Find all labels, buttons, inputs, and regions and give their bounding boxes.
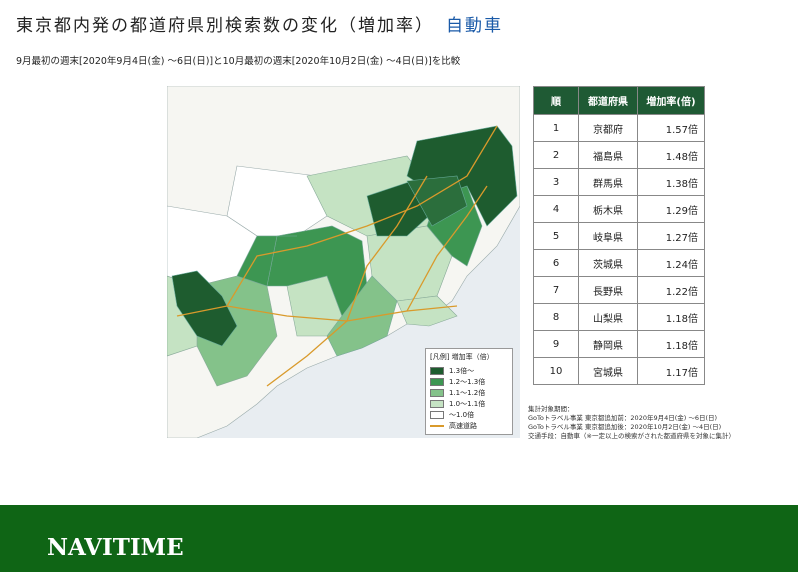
legend-item: 1.2～1.3倍	[430, 376, 508, 387]
table-row: 5 岐阜県 1.27倍	[533, 222, 705, 250]
map-legend: [凡例] 増加率（倍） 1.3倍～ 1.2～1.3倍 1.1～1.2倍 1.0～…	[425, 348, 513, 435]
table-row: 7 長野県 1.22倍	[533, 276, 705, 304]
rank-cell: 2	[533, 141, 579, 169]
header-prefecture: 都道府県	[578, 86, 638, 115]
prefecture-cell: 京都府	[578, 114, 638, 142]
table-row: 2 福島県 1.48倍	[533, 141, 705, 169]
prefecture-cell: 静岡県	[578, 330, 638, 358]
rank-cell: 3	[533, 168, 579, 196]
prefecture-cell: 山梨県	[578, 303, 638, 331]
note-line: 交通手段：自動車（※一定以上の検索がされた都道府県を対象に集計）	[528, 432, 735, 440]
ranking-table: 順 都道府県 増加率(倍) 1 京都府 1.57倍 2 福島県 1.48倍 3 群馬県 1.…	[533, 86, 705, 385]
table-row: 10 宮城県 1.17倍	[533, 357, 705, 385]
legend-swatch	[430, 410, 444, 419]
footer-bar: NAVITIME	[0, 505, 798, 572]
rate-cell: 1.17倍	[637, 357, 705, 385]
legend-label: 1.0～1.1倍	[449, 399, 486, 408]
rank-cell: 10	[533, 357, 579, 385]
legend-item: 1.0～1.1倍	[430, 398, 508, 409]
legend-header: [凡例] 増加率（倍）	[430, 353, 494, 361]
rate-cell: 1.22倍	[637, 276, 705, 304]
rate-cell: 1.48倍	[637, 141, 705, 169]
title-main: 東京都内発の都道府県別検索数の変化（増加率）	[16, 16, 434, 36]
prefecture-cell: 岐阜県	[578, 222, 638, 250]
legend-label: ～1.0倍	[449, 410, 475, 419]
legend-item: 1.3倍～	[430, 365, 508, 376]
header-rank: 順	[533, 86, 579, 115]
page-title: 東京都内発の都道府県別検索数の変化（増加率） 自動車	[16, 11, 503, 36]
rate-cell: 1.18倍	[637, 303, 705, 331]
table-row: 1 京都府 1.57倍	[533, 114, 705, 142]
title-transport: 自動車	[446, 16, 503, 36]
header-rate: 増加率(倍)	[637, 86, 705, 115]
rank-cell: 6	[533, 249, 579, 277]
prefecture-cell: 福島県	[578, 141, 638, 169]
rank-cell: 7	[533, 276, 579, 304]
highway-line-icon	[430, 424, 444, 427]
rate-cell: 1.38倍	[637, 168, 705, 196]
legend-item: ～1.0倍	[430, 409, 508, 420]
note-line: 集計対象期間：	[528, 405, 574, 413]
table-row: 8 山梨県 1.18倍	[533, 303, 705, 331]
rank-cell: 4	[533, 195, 579, 223]
prefecture-cell: 茨城県	[578, 249, 638, 277]
note-line: GoToトラベル事業 東京都追加前：2020年9月4日(金) ～6日(日)	[528, 414, 718, 422]
table-header-row: 順 都道府県 増加率(倍)	[533, 86, 705, 115]
prefecture-cell: 宮城県	[578, 357, 638, 385]
legend-swatch	[430, 388, 444, 397]
legend-label: 高速道路	[449, 421, 477, 430]
legend-item-highway: 高速道路	[430, 420, 508, 431]
table-row: 9 静岡県 1.18倍	[533, 330, 705, 358]
legend-label: 1.2～1.3倍	[449, 377, 486, 386]
prefecture-cell: 長野県	[578, 276, 638, 304]
table-row: 6 茨城県 1.24倍	[533, 249, 705, 277]
table-row: 4 栃木県 1.29倍	[533, 195, 705, 223]
rate-cell: 1.29倍	[637, 195, 705, 223]
note-line: GoToトラベル事業 東京都追加後：2020年10月2日(金) ～4日(日)	[528, 423, 722, 431]
legend-label: 1.3倍～	[449, 366, 475, 375]
table-row: 3 群馬県 1.38倍	[533, 168, 705, 196]
rate-cell: 1.18倍	[637, 330, 705, 358]
rate-cell: 1.57倍	[637, 114, 705, 142]
rank-cell: 5	[533, 222, 579, 250]
legend-swatch	[430, 399, 444, 408]
rank-cell: 1	[533, 114, 579, 142]
prefecture-cell: 群馬県	[578, 168, 638, 196]
survey-notes: 集計対象期間： GoToトラベル事業 東京都追加前：2020年9月4日(金) ～…	[528, 405, 735, 441]
legend-label: 1.1～1.2倍	[449, 388, 486, 397]
legend-swatch	[430, 377, 444, 386]
rate-cell: 1.27倍	[637, 222, 705, 250]
legend-item: 1.1～1.2倍	[430, 387, 508, 398]
prefecture-cell: 栃木県	[578, 195, 638, 223]
rank-cell: 8	[533, 303, 579, 331]
rank-cell: 9	[533, 330, 579, 358]
legend-swatch	[430, 366, 444, 375]
comparison-period: 9月最初の週末[2020年9月4日(金) ～6日(日)]と10月最初の週末[20…	[16, 56, 461, 67]
rate-cell: 1.24倍	[637, 249, 705, 277]
navitime-logo: NAVITIME	[47, 534, 184, 561]
